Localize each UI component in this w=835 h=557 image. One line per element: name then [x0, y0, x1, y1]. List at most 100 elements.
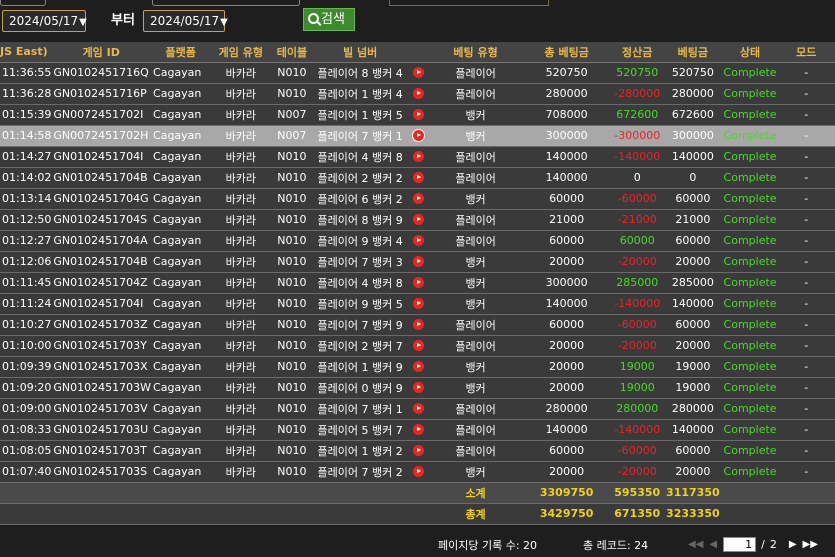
column-header[interactable]: 테이블 [271, 42, 313, 63]
play-circle-icon[interactable] [413, 214, 425, 225]
game-type-cell: 바카라 [210, 188, 272, 210]
table-row[interactable]: 01:10:00 GN0102451703Y Cagayan 바카라 N010 플레이어 … [0, 335, 835, 357]
chevron-left-icon[interactable]: ◀ [709, 539, 717, 550]
play-circle-icon[interactable] [413, 256, 425, 267]
table-row[interactable]: 01:12:27 GN0102451704A Cagayan 바카라 N010 플레이어 … [0, 230, 835, 252]
table-row[interactable]: 01:14:58 GN0072451702H Cagayan 바카라 N007 플레이어 … [0, 125, 835, 147]
column-header[interactable]: JS East) [0, 42, 52, 63]
status-cell: Complete [722, 83, 778, 105]
play-circle-icon[interactable] [412, 129, 426, 142]
column-header[interactable]: 총 베팅금 [521, 42, 612, 63]
double-chevron-left-icon[interactable]: ◀◀ [688, 539, 703, 550]
double-chevron-right-icon[interactable]: ▶▶ [803, 539, 818, 550]
play-circle-icon[interactable] [413, 466, 425, 477]
column-header[interactable]: 빌 넘버 [312, 42, 408, 63]
table-row[interactable]: 01:11:45 GN0102451704Z Cagayan 바카라 N010 플레이어 … [0, 272, 835, 294]
bet-type-cell: 뱅커 [429, 188, 522, 210]
start-date-value: 2024/05/17 [9, 14, 79, 28]
table-row[interactable]: 01:08:05 GN0102451703T Cagayan 바카라 N010 플레이어 … [0, 440, 835, 462]
total-bet-cell: 60000 [521, 314, 612, 336]
game-type-cell: 바카라 [210, 167, 272, 189]
total-bet-cell: 280000 [521, 398, 612, 420]
status-cell: Complete [722, 62, 778, 84]
table-row[interactable]: 01:09:20 GN0102451703W Cagayan 바카라 N010 플레이어 … [0, 377, 835, 399]
platform-cell: Cagayan [151, 335, 211, 357]
play-circle-icon[interactable] [413, 298, 425, 309]
column-header[interactable]: 상태 [722, 42, 778, 63]
mode-cell: - [777, 461, 835, 483]
play-circle-icon[interactable] [413, 340, 425, 351]
table-row[interactable]: 01:09:39 GN0102451703X Cagayan 바카라 N010 플레이어 … [0, 356, 835, 378]
page-number-input[interactable]: 1 [723, 536, 757, 552]
play-circle-icon[interactable] [413, 361, 425, 372]
table-row[interactable]: 01:07:40 GN0102451703S Cagayan 바카라 N010 플레이어 … [0, 461, 835, 483]
play-circle-icon[interactable] [413, 67, 425, 78]
play-circle-icon[interactable] [413, 445, 425, 456]
bet-amount-cell: 0 [663, 167, 723, 189]
top-edge-control[interactable] [389, 0, 549, 6]
game-id-cell: GN0102451716Q [51, 62, 152, 84]
play-circle-icon[interactable] [413, 382, 425, 393]
mode-cell: - [777, 440, 835, 462]
status-cell: Complete [722, 146, 778, 168]
chevron-right-icon[interactable]: ▶ [789, 539, 797, 550]
table-cell: N010 [271, 293, 313, 315]
platform-cell: Cagayan [151, 83, 211, 105]
subtotal-bet: 3117350 [663, 482, 723, 504]
table-row[interactable]: 01:15:39 GN0072451702I Cagayan 바카라 N007 플레이어 … [0, 104, 835, 126]
time-cell: 01:10:27 [0, 314, 52, 336]
records-per-page: 페이지당 기록 수: 20 [438, 539, 538, 552]
total-bet-cell: 20000 [521, 335, 612, 357]
play-circle-icon[interactable] [413, 193, 425, 204]
table-row[interactable]: 01:09:00 GN0102451703V Cagayan 바카라 N010 플레이어 … [0, 398, 835, 420]
top-edge-control[interactable] [152, 0, 300, 6]
bet-amount-cell: 20000 [663, 251, 723, 273]
game-type-cell: 바카라 [210, 461, 272, 483]
column-header[interactable]: 게임 유형 [210, 42, 272, 63]
total-bet-cell: 20000 [521, 461, 612, 483]
play-circle-icon[interactable] [413, 319, 425, 330]
time-cell: 01:08:05 [0, 440, 52, 462]
top-edge-control[interactable] [0, 0, 46, 6]
table-row[interactable]: 01:12:50 GN0102451704S Cagayan 바카라 N010 플레이어 … [0, 209, 835, 231]
play-circle-icon[interactable] [413, 424, 425, 435]
play-circle-icon[interactable] [413, 109, 425, 120]
game-id-cell: GN0072451702H [51, 125, 152, 147]
table-row[interactable]: 01:10:27 GN0102451703Z Cagayan 바카라 N010 플레이어 … [0, 314, 835, 336]
end-date-select[interactable]: 2024/05/17▼ [143, 10, 228, 32]
play-circle-icon[interactable] [413, 151, 425, 162]
status-cell: Complete [722, 167, 778, 189]
table-row[interactable]: 01:14:27 GN0102451704I Cagayan 바카라 N010 플레이어 … [0, 146, 835, 168]
bet-amount-cell: 280000 [663, 83, 723, 105]
table-cell: N010 [271, 356, 313, 378]
column-header[interactable]: 정산금 [611, 42, 664, 63]
bet-type-cell: 플레이어 [429, 62, 522, 84]
play-circle-icon[interactable] [413, 403, 425, 414]
start-date-select[interactable]: 2024/05/17▼ [2, 10, 87, 32]
mode-cell: - [777, 356, 835, 378]
table-row[interactable]: 01:12:06 GN0102451704B Cagayan 바카라 N010 플레이어 … [0, 251, 835, 273]
column-header[interactable]: 모드 [777, 42, 835, 63]
table-row[interactable]: 11:36:28 GN0102451716P Cagayan 바카라 N010 플레이어 … [0, 83, 835, 105]
column-header[interactable]: 게임 ID [51, 42, 152, 63]
search-button[interactable]: 검색 [303, 8, 355, 31]
table-row[interactable]: 11:36:55 GN0102451716Q Cagayan 바카라 N010 플레이어 … [0, 62, 835, 84]
bet-type-cell: 뱅커 [429, 104, 522, 126]
play-circle-icon[interactable] [413, 88, 425, 99]
column-header[interactable]: 베팅 유형 [429, 42, 522, 63]
column-header[interactable]: 플랫폼 [151, 42, 211, 63]
game-id-cell: GN0102451703T [51, 440, 152, 462]
play-circle-icon[interactable] [413, 235, 425, 246]
total-bet-cell: 60000 [521, 230, 612, 252]
play-circle-icon[interactable] [413, 172, 425, 183]
bet-type-cell: 뱅커 [429, 125, 522, 147]
table-row[interactable]: 01:11:24 GN0102451704I Cagayan 바카라 N010 플레이어 … [0, 293, 835, 315]
status-cell: Complete [722, 398, 778, 420]
table-row[interactable]: 01:14:02 GN0102451704B Cagayan 바카라 N010 플레이어 … [0, 167, 835, 189]
play-circle-icon[interactable] [413, 277, 425, 288]
pager: ◀◀ ◀ 1 / 2 ▶ ▶▶ [688, 535, 824, 553]
column-header[interactable]: 베팅금 [663, 42, 723, 63]
game-id-cell: GN0102451704B [51, 251, 152, 273]
table-row[interactable]: 01:08:33 GN0102451703U Cagayan 바카라 N010 플레이어 … [0, 419, 835, 441]
table-row[interactable]: 01:13:14 GN0102451704G Cagayan 바카라 N010 플레이어 … [0, 188, 835, 210]
